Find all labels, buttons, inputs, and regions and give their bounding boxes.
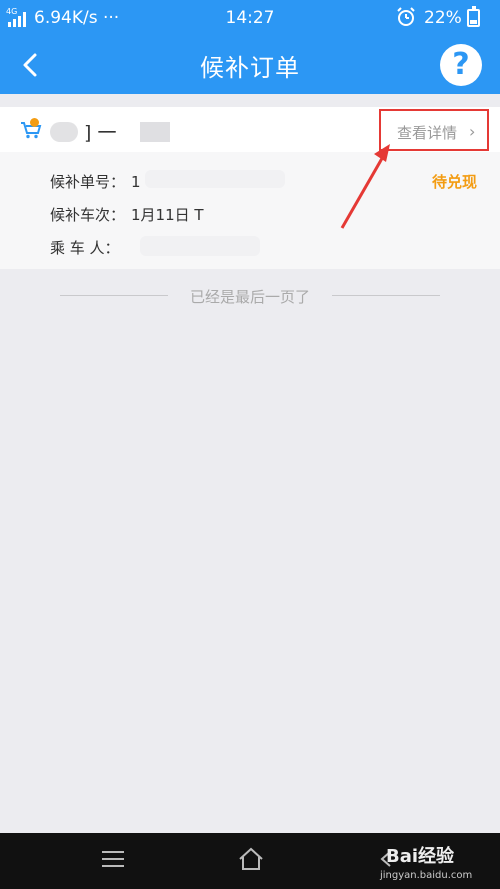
blurred-order-number [145,170,285,188]
blurred-passenger [140,236,260,256]
passenger-row: 乘 车 人： [50,237,126,258]
watermark-text: Bai经验 [386,846,455,867]
watermark-url: jingyan.baidu.com [380,870,473,881]
annotation-arrow-icon [340,144,390,229]
cart-badge [30,118,39,127]
divider-left [60,295,168,296]
passenger-label: 乘 车 人： [50,239,120,257]
train-row: 候补车次： 1月11日 T [50,204,204,225]
train-value: 1月11日 T [131,206,204,224]
end-of-list: 已经是最后一页了 [0,286,500,307]
page-title: 候补订单 [200,54,300,82]
train-label: 候补车次： [50,206,126,224]
status-badge: 待兑现 [432,173,478,191]
menu-icon[interactable] [102,851,124,869]
alarm-icon [397,7,415,26]
home-icon[interactable] [237,846,265,872]
watermark: Bai经验 jingyan.baidu.com [380,842,472,881]
order-number-value: 1 [131,173,141,191]
end-of-list-text: 已经是最后一页了 [189,288,310,306]
chevron-right-icon: › [469,122,476,141]
divider-right [332,295,440,296]
order-number-label: 候补单号： [50,173,126,191]
battery-icon [467,6,480,27]
order-number-row: 候补单号： 1 [50,171,141,192]
route-text: ] 一 [84,122,117,144]
order-card: ] 一 查看详情 › 候补单号： 1 候补车次： 1月11日 T 乘 车 人： 待兑… [0,107,500,269]
status-bar: 4G 6.94K/s ··· 14:27 22% [0,0,500,34]
help-button[interactable]: ? [440,44,482,86]
nav-bar: 候补订单 ? [0,34,500,94]
order-body: 候补单号： 1 候补车次： 1月11日 T 乘 车 人： [0,152,500,269]
view-details-label: 查看详情 [397,124,458,142]
order-header: ] 一 查看详情 › [0,107,500,152]
battery-percent: 22% [424,8,462,28]
blurred-to-station [140,122,170,142]
